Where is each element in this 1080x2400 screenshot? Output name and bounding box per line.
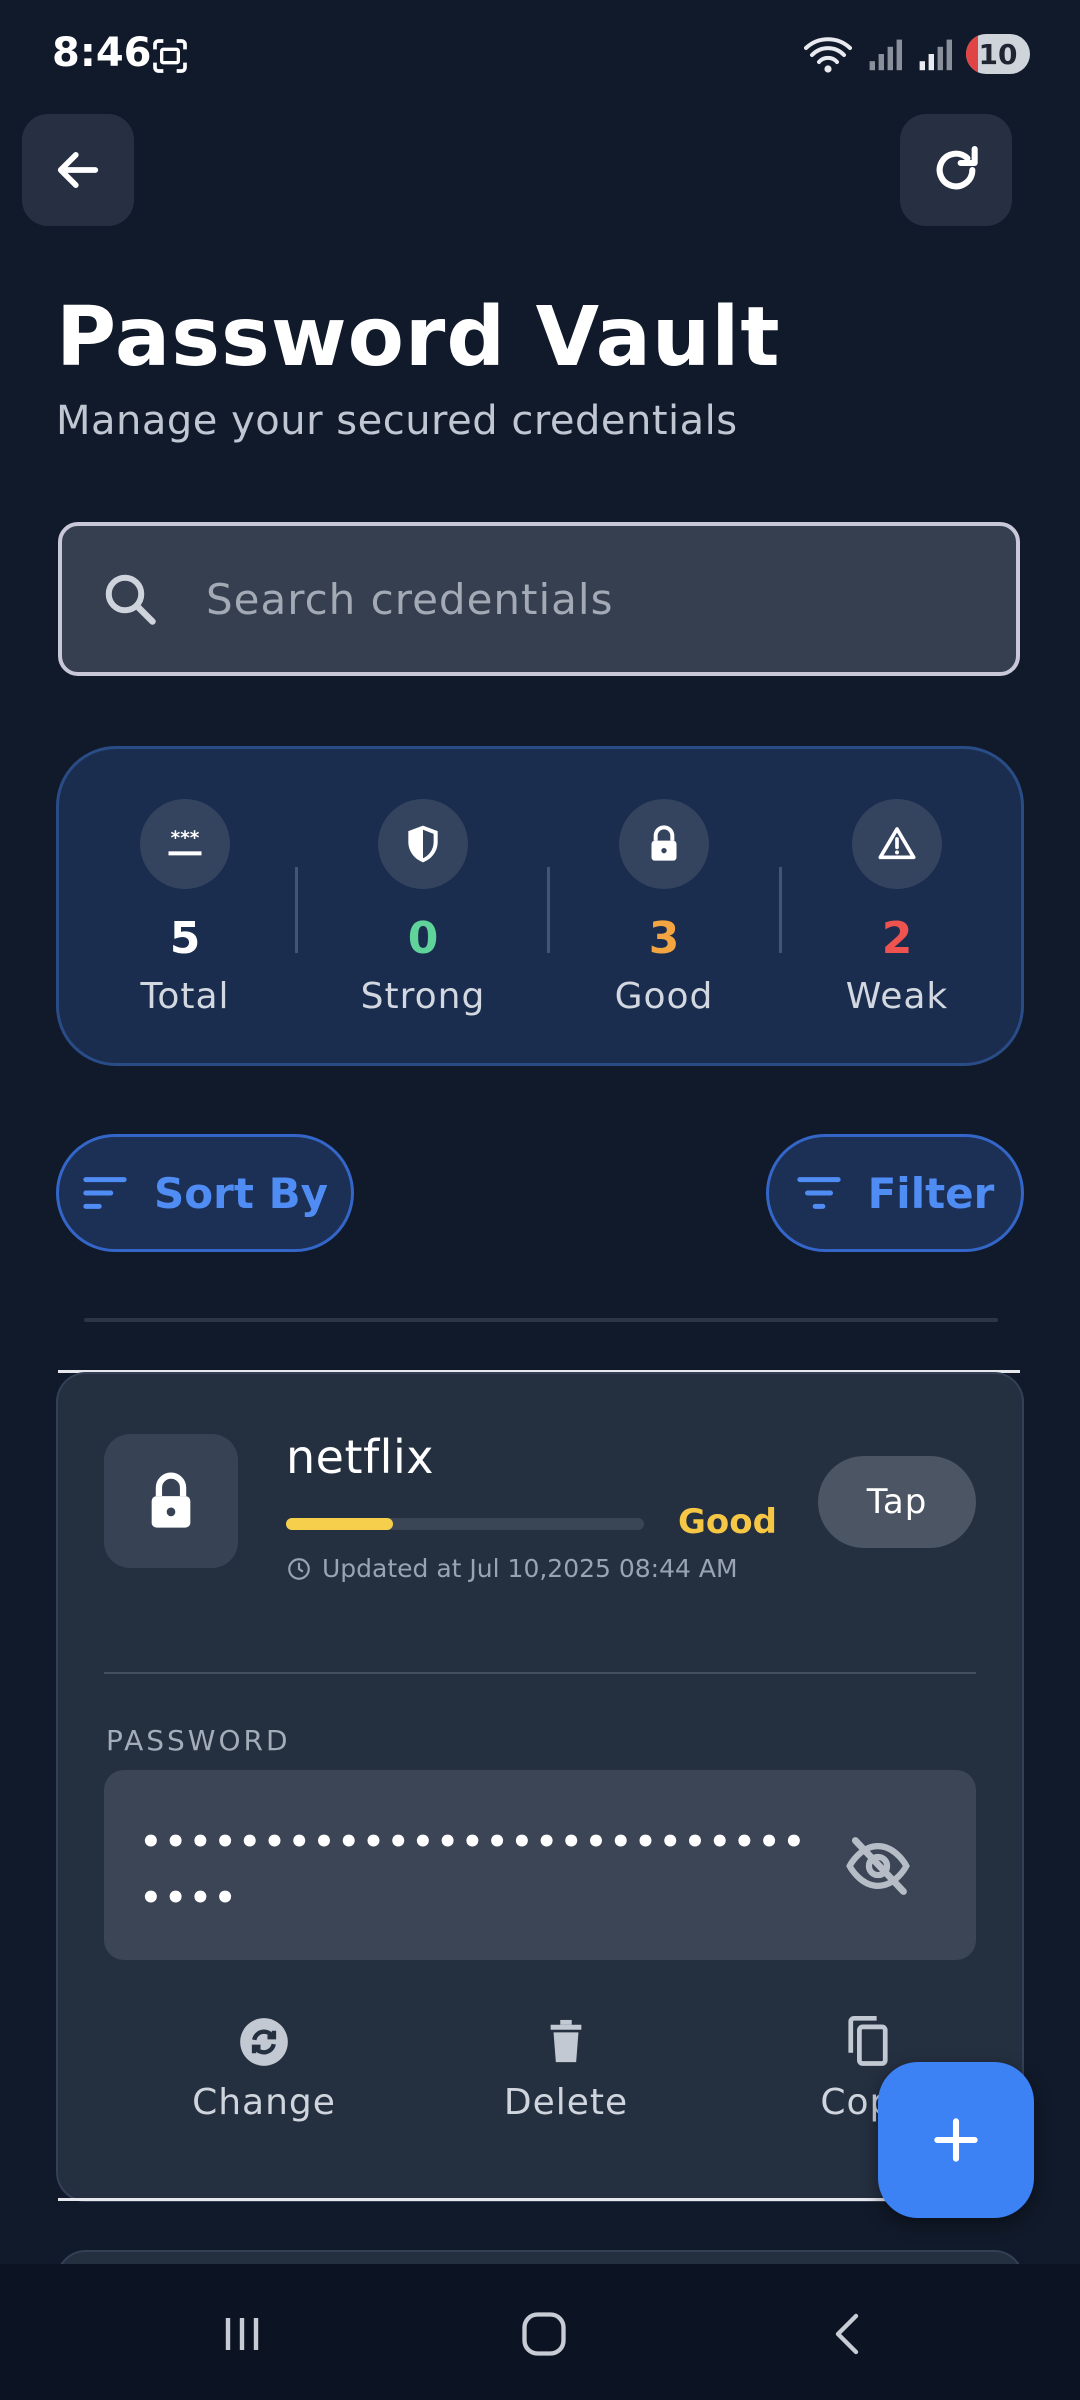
- search-input[interactable]: [206, 574, 966, 624]
- svg-text:***: ***: [171, 828, 200, 849]
- stat-total-value: 5: [169, 913, 201, 964]
- trash-icon: [550, 2019, 582, 2063]
- status-bar: 8:46 10: [0, 0, 1080, 110]
- strength-label: Good: [678, 1502, 777, 1542]
- password-field[interactable]: •••••••••••••••••••••••••••••••: [104, 1770, 976, 1960]
- password-dots-icon: ***: [168, 828, 202, 856]
- previous-card-edge: [84, 1318, 998, 1322]
- password-value: •••••••••••••••••••••••••••••••: [140, 1822, 808, 1918]
- stat-weak-label: Weak: [845, 976, 949, 1017]
- recents-icon: [225, 2318, 259, 2350]
- stat-strong: 0 Strong: [323, 799, 523, 1017]
- list-divider-bottom: [58, 2198, 1020, 2201]
- wifi-icon: [804, 37, 852, 73]
- signal-icon: [869, 39, 902, 71]
- stat-strong-label: Strong: [360, 976, 486, 1017]
- status-time: 8:46: [52, 30, 152, 76]
- updated-text: Updated at Jul 10,2025 08:44 AM: [322, 1554, 738, 1583]
- stat-good-label: Good: [614, 976, 714, 1017]
- lock-icon: [151, 1472, 191, 1528]
- filter-icon: [796, 1177, 841, 1209]
- stat-total-label: Total: [140, 976, 230, 1017]
- credential-card[interactable]: netflix Good Updated at Jul 10,2025 08:4…: [56, 1372, 1024, 2202]
- sort-icon: [83, 1177, 127, 1209]
- card-divider: [104, 1672, 976, 1674]
- filter-button[interactable]: Filter: [766, 1134, 1024, 1252]
- stat-divider: [779, 867, 782, 953]
- credential-icon-box: [104, 1434, 238, 1568]
- stat-weak-value: 2: [881, 913, 913, 964]
- signal-icon-2: [919, 39, 952, 71]
- status-icons: 10: [804, 34, 1030, 74]
- system-back-button[interactable]: [818, 2304, 878, 2364]
- home-button[interactable]: [514, 2304, 574, 2364]
- tap-button[interactable]: Tap: [818, 1456, 976, 1548]
- strength-bar: [286, 1518, 644, 1530]
- password-label: PASSWORD: [106, 1724, 291, 1757]
- clock-icon: [288, 1557, 310, 1580]
- credential-name: netflix: [286, 1430, 434, 1484]
- sort-label: Sort By: [154, 1168, 328, 1218]
- search-box[interactable]: [58, 522, 1020, 676]
- stats-card: *** 5 Total 0 Strong 3 Good 2 Weak: [56, 746, 1024, 1066]
- recent-apps-button[interactable]: [212, 2304, 272, 2364]
- sync-icon: [240, 2018, 288, 2066]
- eye-off-icon[interactable]: [844, 1832, 912, 1900]
- screenshot-icon: [153, 39, 187, 73]
- stat-divider: [295, 867, 298, 953]
- arrow-left-icon: [57, 152, 99, 188]
- updated-timestamp: Updated at Jul 10,2025 08:44 AM: [286, 1554, 738, 1583]
- chevron-left-icon: [835, 2313, 859, 2355]
- change-action[interactable]: Change: [154, 2014, 374, 2123]
- add-credential-button[interactable]: [878, 2062, 1034, 2218]
- stat-divider: [547, 867, 550, 953]
- battery-indicator: 10: [966, 34, 1030, 74]
- refresh-button[interactable]: [900, 114, 1012, 226]
- lock-icon: [651, 825, 677, 861]
- system-nav-bar: [0, 2264, 1080, 2400]
- delete-label: Delete: [503, 2082, 629, 2123]
- sort-button[interactable]: Sort By: [56, 1134, 354, 1252]
- copy-icon: [848, 2015, 888, 2066]
- page-title: Password Vault: [56, 290, 781, 385]
- warning-icon: [878, 827, 916, 860]
- shield-icon: [408, 825, 438, 863]
- refresh-icon: [936, 145, 978, 190]
- page-subtitle: Manage your secured credentials: [56, 398, 738, 444]
- stat-strong-value: 0: [407, 913, 439, 964]
- stat-total: *** 5 Total: [85, 799, 285, 1017]
- home-icon: [522, 2312, 566, 2356]
- plus-icon: [934, 2118, 978, 2162]
- filter-label: Filter: [867, 1168, 995, 1218]
- stat-good: 3 Good: [564, 799, 764, 1017]
- strength-bar-fill: [286, 1518, 394, 1530]
- back-button[interactable]: [22, 114, 134, 226]
- change-label: Change: [192, 2082, 336, 2123]
- stat-weak: 2 Weak: [797, 799, 997, 1017]
- search-icon: [105, 574, 156, 625]
- stat-good-value: 3: [648, 913, 680, 964]
- delete-action[interactable]: Delete: [456, 2014, 676, 2123]
